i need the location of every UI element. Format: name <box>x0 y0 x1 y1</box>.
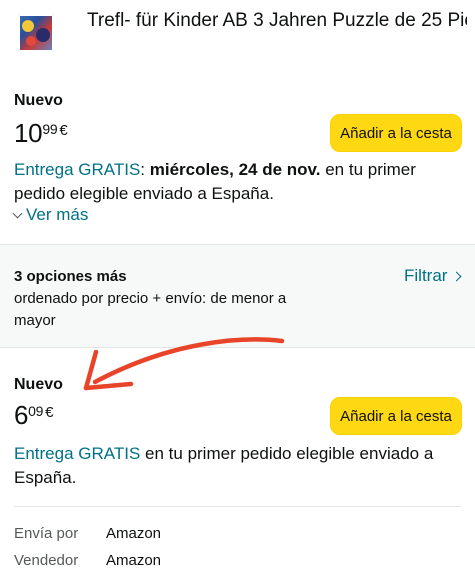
annotation-arrow-icon <box>83 337 285 391</box>
